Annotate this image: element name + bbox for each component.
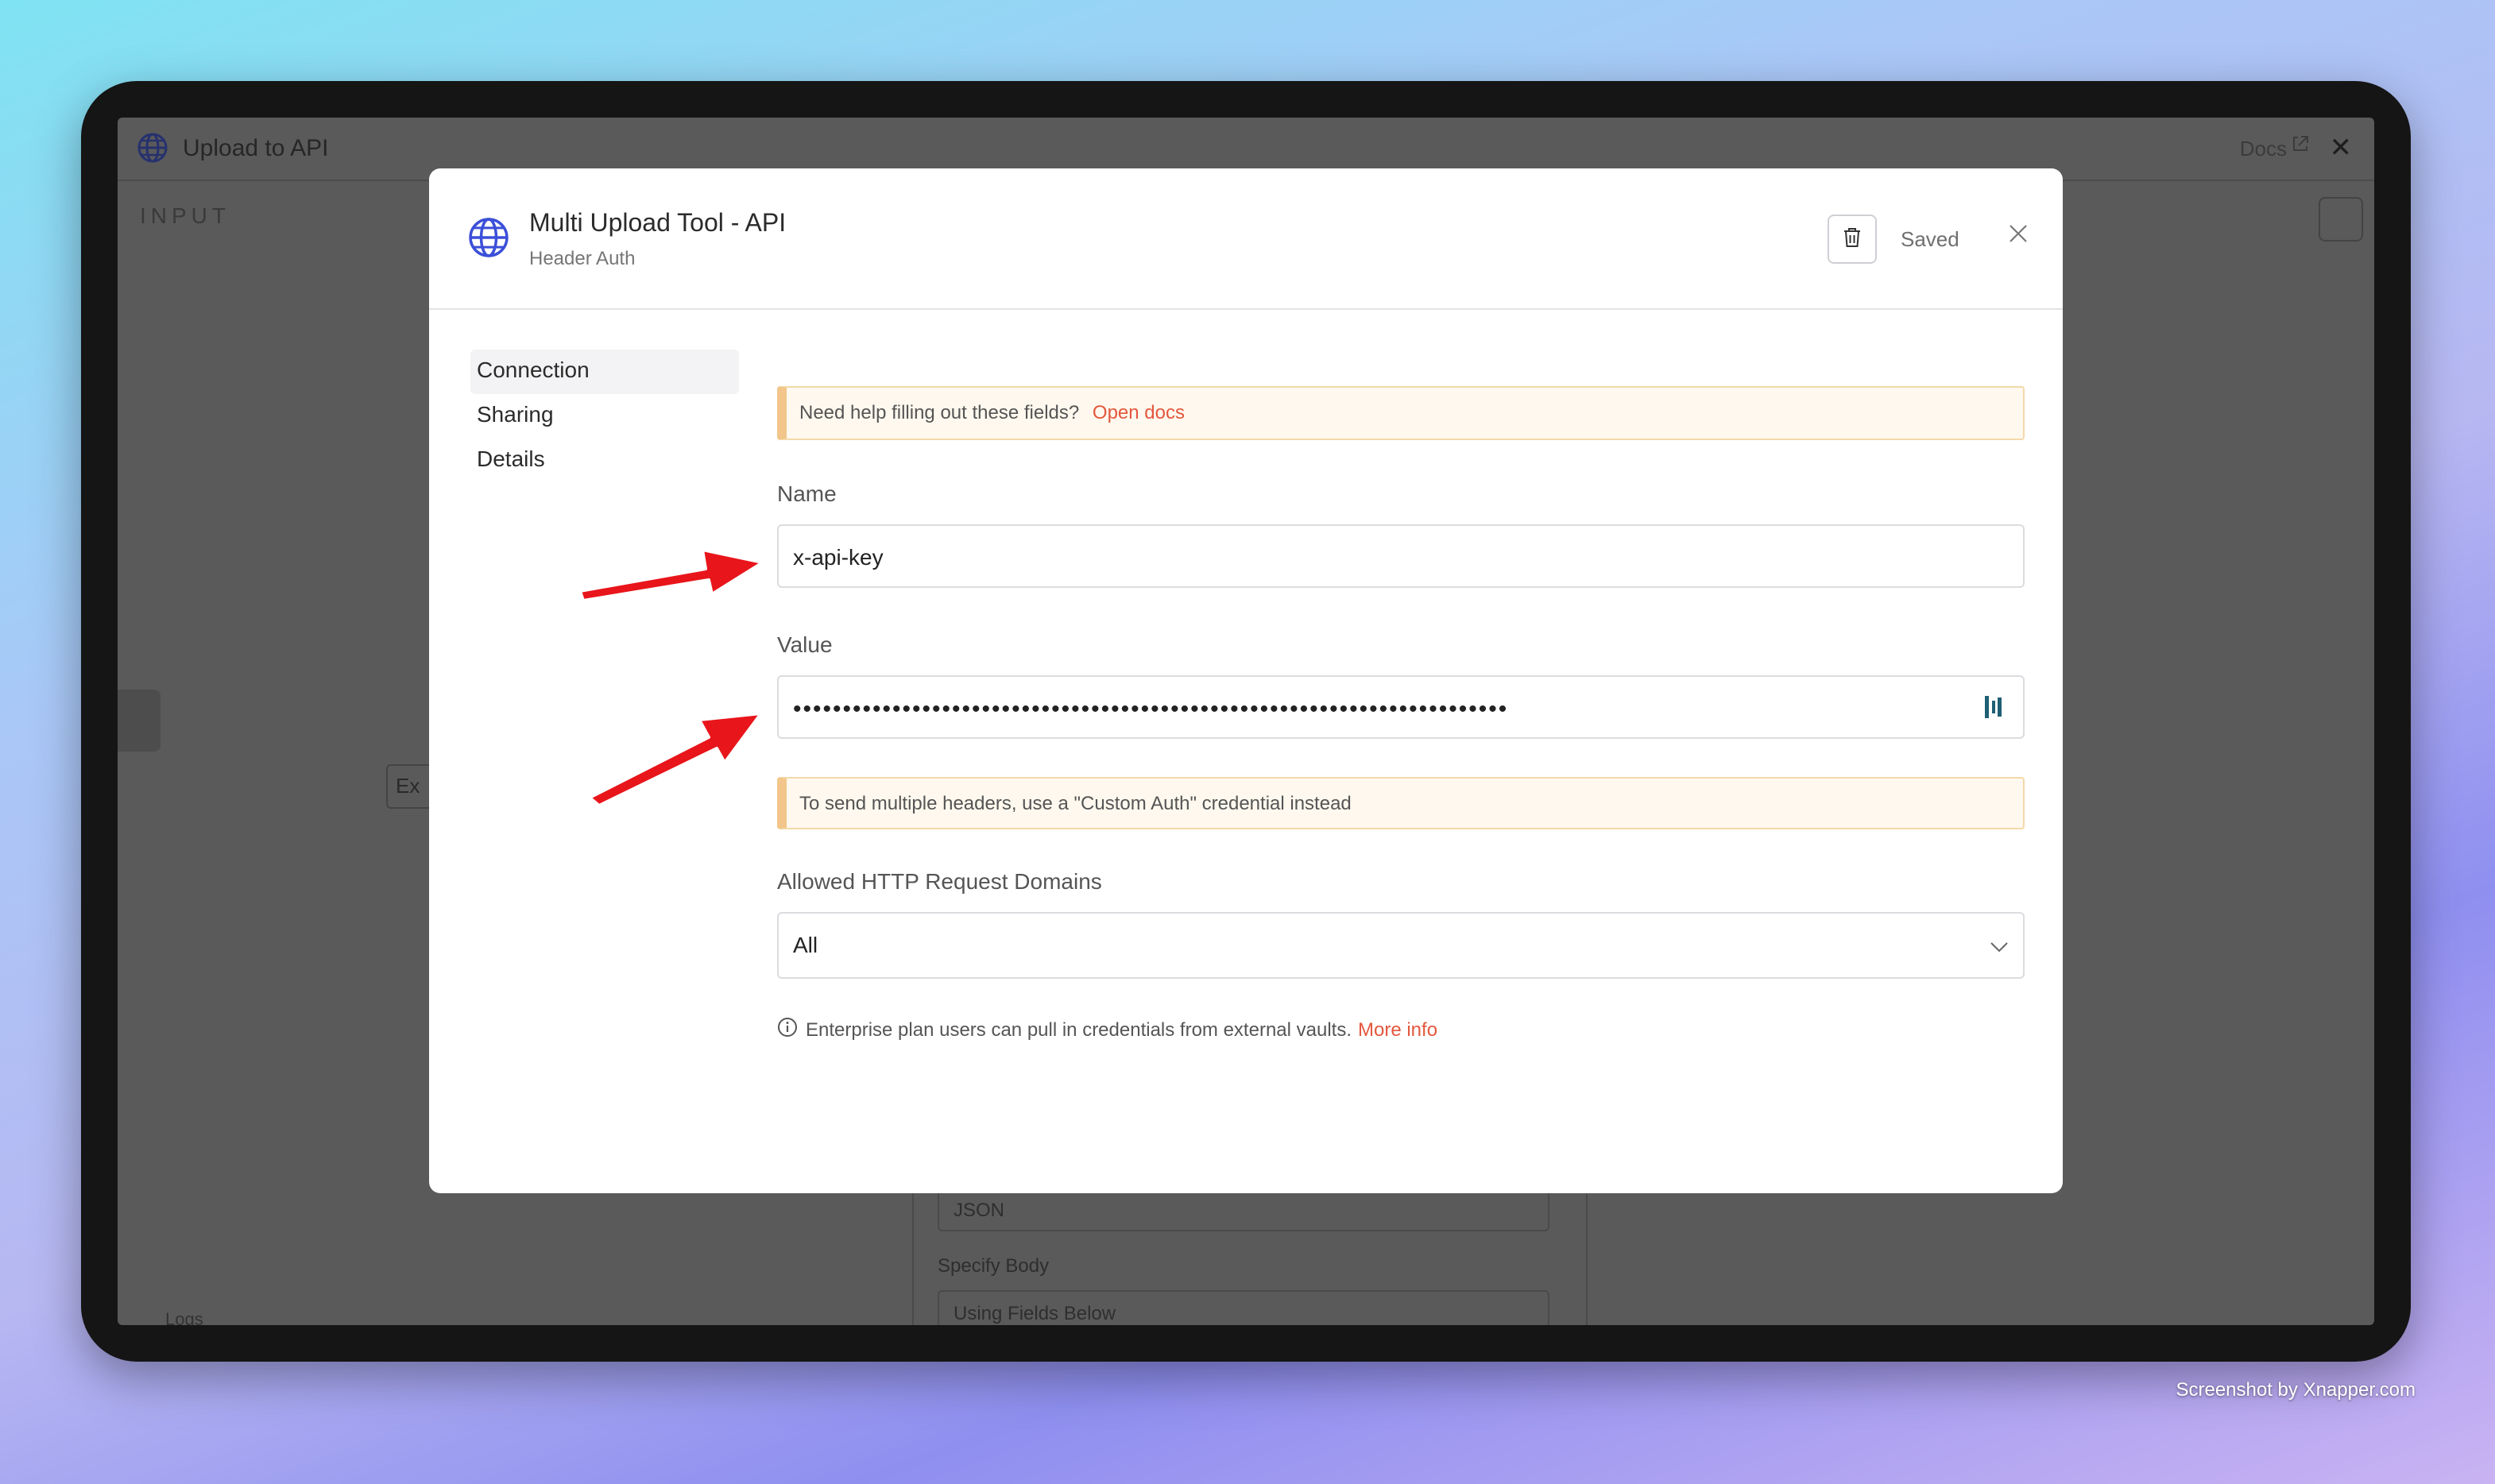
arrow-to-value-icon — [588, 712, 763, 807]
arrow-to-name-icon — [578, 548, 764, 602]
annotation-arrows — [578, 548, 764, 807]
watermark: Screenshot by Xnapper.com — [2176, 1379, 2416, 1401]
